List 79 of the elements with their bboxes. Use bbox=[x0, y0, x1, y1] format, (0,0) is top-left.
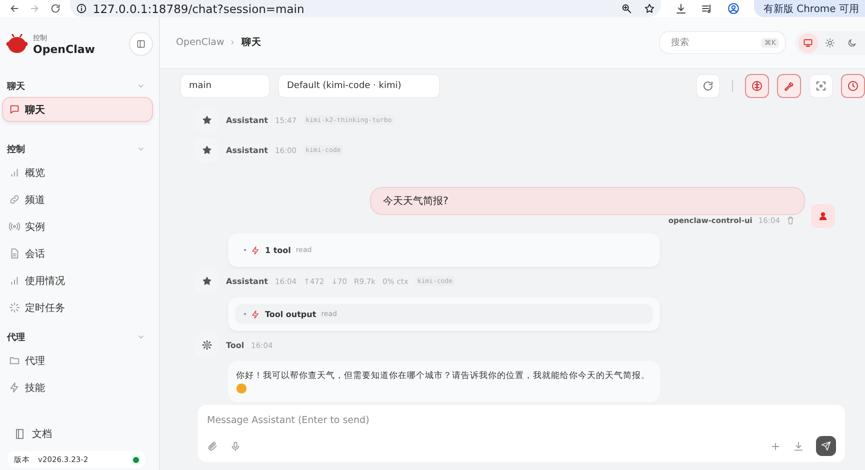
star-icon bbox=[202, 115, 212, 125]
message-input[interactable]: Message Assistant (Enter to send) bbox=[207, 411, 836, 430]
delete-icon bbox=[786, 216, 795, 225]
sidebar-panel-icon bbox=[136, 39, 146, 49]
info-icon bbox=[76, 3, 87, 14]
focus-icon bbox=[815, 80, 827, 92]
message-composer[interactable]: Message Assistant (Enter to send) bbox=[198, 405, 845, 462]
plus-icon bbox=[770, 440, 781, 452]
chevron-icon bbox=[137, 145, 145, 153]
send-icon bbox=[821, 441, 831, 451]
person-icon bbox=[818, 211, 828, 221]
docs-link[interactable]: 文档 bbox=[2, 422, 153, 446]
session-select[interactable]: main bbox=[180, 74, 270, 98]
profile-icon bbox=[727, 2, 740, 15]
logo-icon bbox=[6, 34, 28, 54]
back-icon bbox=[8, 3, 20, 14]
clock-icon bbox=[847, 80, 859, 92]
loader-icon bbox=[9, 302, 20, 313]
chevron-right-icon bbox=[229, 39, 236, 46]
sun-icon bbox=[825, 38, 835, 48]
reload-icon bbox=[50, 3, 62, 14]
monitor-icon bbox=[803, 38, 813, 48]
lightning-icon bbox=[251, 246, 260, 254]
nav-item[interactable]: 频道 bbox=[2, 187, 153, 212]
star-icon bbox=[202, 276, 212, 286]
bar-chart-icon bbox=[9, 275, 20, 286]
nav-group-label: 控制 bbox=[7, 144, 25, 156]
bookmark-star-icon bbox=[644, 3, 656, 14]
folder-icon bbox=[9, 355, 20, 366]
bar-chart-icon bbox=[9, 167, 20, 178]
nav-item[interactable]: 聊天 bbox=[2, 97, 153, 122]
address-bar[interactable]: 127.0.0.1:18789/chat?session=main bbox=[70, 0, 662, 17]
microphone-icon bbox=[230, 440, 241, 452]
breadcrumb-current: 聊天 bbox=[241, 36, 262, 49]
link-icon bbox=[9, 194, 20, 205]
document-icon bbox=[9, 248, 20, 259]
sender-name: Assistant bbox=[226, 116, 268, 124]
download-icon bbox=[793, 440, 804, 452]
nav-item[interactable]: 技能 bbox=[2, 375, 153, 400]
chevron-icon bbox=[137, 82, 145, 90]
toolbar-button[interactable] bbox=[841, 74, 865, 98]
sender-name: Assistant bbox=[226, 146, 268, 154]
chat-bubble-icon bbox=[9, 104, 20, 115]
update-chrome-button[interactable]: 有新版 Chrome 可用 bbox=[754, 0, 865, 17]
broadcast-icon bbox=[9, 221, 20, 232]
nav-group-label: 聊天 bbox=[7, 80, 25, 92]
nav-item[interactable]: 代理 bbox=[2, 348, 153, 373]
attach-icon bbox=[207, 440, 218, 452]
toolbar-button[interactable] bbox=[777, 74, 801, 98]
chevron-icon bbox=[137, 333, 145, 341]
gear-icon bbox=[202, 340, 212, 350]
nav-item[interactable]: 会话 bbox=[2, 241, 153, 266]
lightning-icon bbox=[251, 310, 260, 318]
nav-item[interactable]: 使用情况 bbox=[2, 268, 153, 293]
brand-name: OpenClaw bbox=[33, 42, 95, 56]
moon-icon bbox=[847, 38, 857, 48]
emoji-icon bbox=[236, 383, 247, 394]
send-button[interactable] bbox=[816, 436, 836, 456]
nav-item[interactable]: 实例 bbox=[2, 214, 153, 239]
search-input[interactable]: 搜索 bbox=[669, 36, 762, 48]
book-icon bbox=[14, 428, 26, 440]
refresh-icon bbox=[702, 80, 714, 92]
forward-icon bbox=[29, 3, 40, 14]
model-select[interactable]: Default (kimi-code · kimi) bbox=[278, 74, 440, 98]
media-queue-icon bbox=[701, 2, 714, 14]
theme-mode-button[interactable] bbox=[798, 32, 818, 52]
nav-item[interactable]: 定时任务 bbox=[2, 295, 153, 320]
nav-group-label: 代理 bbox=[7, 332, 25, 344]
user-message: 今天天气简报? bbox=[370, 187, 805, 215]
sender-name: Tool bbox=[226, 340, 244, 350]
assistant-message: 你好！我可以帮你查天气，但需要知道你在哪个城市？请告诉我你的位置，我就能给你今天的天气简报。 bbox=[228, 361, 660, 402]
lightning-icon bbox=[9, 382, 20, 393]
sender-name: Assistant bbox=[226, 276, 268, 286]
nav-item[interactable]: 概览 bbox=[2, 160, 153, 185]
collapse-sidebar-button[interactable] bbox=[129, 32, 153, 56]
download-icon bbox=[675, 2, 688, 14]
star-icon bbox=[202, 145, 212, 155]
zoom-icon bbox=[621, 3, 632, 14]
toolbar-button[interactable] bbox=[745, 74, 769, 98]
